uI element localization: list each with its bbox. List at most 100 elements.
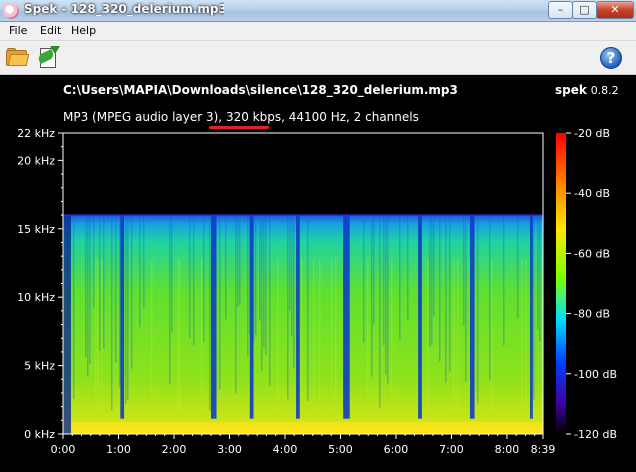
freq-tick-label: 22 kHz [17,127,55,140]
spectrum-texture [537,215,539,330]
spectrum-texture [193,215,195,346]
spectrum-texture [179,258,181,413]
spectrum-texture [489,215,491,381]
spectrum-texture [301,258,303,413]
db-scale: -20 dB -40 dB -60 dB -80 dB -100 dB -120 dB [556,127,617,441]
spectrum-texture [111,215,113,411]
time-tick-label: 6:00 [384,443,409,456]
spectrum-texture [209,215,211,412]
spectrum-texture [385,215,387,375]
time-tick-label: 0:00 [51,443,76,456]
spectrum-texture [391,258,393,413]
quiet-segment [296,215,300,419]
spectrum-texture [261,215,263,371]
spectrum-texture [331,258,333,413]
menu-file[interactable]: File [9,24,27,37]
db-tick-label: -40 dB [574,187,610,200]
spectrum-texture [431,215,433,346]
spectrum-texture [101,258,103,413]
spectrum-texture [363,215,365,344]
time-tick-label: 8:00 [495,443,520,456]
freq-tick-label: 0 kHz [24,428,55,441]
spectrum-texture [151,258,153,413]
spectrum-texture [539,215,541,342]
spectrum-texture [383,215,385,346]
freq-tick-label: 5 kHz [24,360,55,373]
spectrum-texture [407,215,409,321]
spectrum-texture [453,258,455,413]
close-button[interactable]: ✕ [596,1,634,19]
db-tick-label: -100 dB [574,368,617,381]
spectrum-texture [265,215,267,355]
freq-tick-label: 15 kHz [17,223,55,236]
spectrum-texture [97,258,99,413]
title-bar[interactable]: Spek - 128_320_delerium.mp3 – □ ✕ [0,0,636,22]
spectrogram-svg: 0 kHz 5 kHz 10 kHz 15 kHz 20 kHz 22 kHz 0:00 1:… [17,127,617,456]
toolbar: ? [0,41,636,75]
spectrum-texture [517,215,519,319]
db-tick-label: -120 dB [574,428,617,441]
spectrum-texture [237,215,239,307]
save-image-icon[interactable] [36,46,60,70]
spectrum-texture [429,215,431,347]
quiet-segment [343,215,350,419]
quiet-segment [249,215,254,419]
spectrum-texture [445,215,447,383]
db-tick-label: -60 dB [574,247,610,260]
quiet-segment [530,215,533,419]
maximize-button[interactable]: □ [572,1,597,19]
spectrum-texture [525,258,527,413]
time-tick-label: 7:00 [439,443,464,456]
spectrum-texture [239,215,241,305]
spek-app-icon [3,3,19,19]
spectrum-texture [119,215,121,388]
spectrum-texture [463,215,465,326]
spectrum-texture [87,215,89,377]
time-tick-label: 2:00 [162,443,187,456]
quiet-segment [469,215,475,419]
spectrum-texture [255,215,257,336]
time-tick-label: 8:39 [531,443,556,456]
spectrum-texture [225,215,227,320]
spectrum-texture [427,258,429,413]
spectrum-texture [95,258,97,413]
menu-help[interactable]: Help [71,24,96,37]
low-freq-band [63,422,543,434]
spectrum-texture [387,215,389,384]
spectrum-texture [503,215,505,346]
spectrogram-panel: C:\Users\MAPIA\Downloads\silence\128_320… [0,75,636,472]
spectrum-texture [85,215,87,358]
spectrum-texture [143,215,145,308]
db-tick-label: -80 dB [574,308,610,321]
minimize-button[interactable]: – [548,1,573,19]
spectrum-texture [449,215,451,372]
db-tick-label: -20 dB [574,127,610,140]
spectrum-texture [289,215,291,311]
spectrum-texture [277,258,279,413]
spectrum-texture [313,258,315,413]
spectrum-texture [177,258,179,413]
time-tick-label: 4:00 [273,443,298,456]
spectrum-texture [99,215,101,352]
spectrum-texture [131,215,133,369]
spectrum-texture [439,215,441,362]
quiet-segment [210,215,217,419]
spectrum-texture [169,215,171,384]
spectrum-texture [335,258,337,413]
spectrum-texture [89,215,91,364]
quiet-segment [418,215,422,419]
help-icon[interactable]: ? [600,47,622,69]
folder-open-icon[interactable] [6,48,30,66]
spek-window: Spek - 128_320_delerium.mp3 – □ ✕ File E… [0,0,636,472]
spectrum-texture [93,215,95,309]
spectrum-texture [171,215,173,333]
db-color-bar [556,133,566,434]
menu-edit[interactable]: Edit [40,24,61,37]
spectrum-texture [235,215,237,394]
spectrum-texture [247,215,249,357]
spectrum-texture [319,258,321,413]
spectrum-texture [367,258,369,413]
spectrum-texture [127,215,129,400]
spectrum-texture [291,215,293,336]
spectrum-texture [433,215,435,317]
